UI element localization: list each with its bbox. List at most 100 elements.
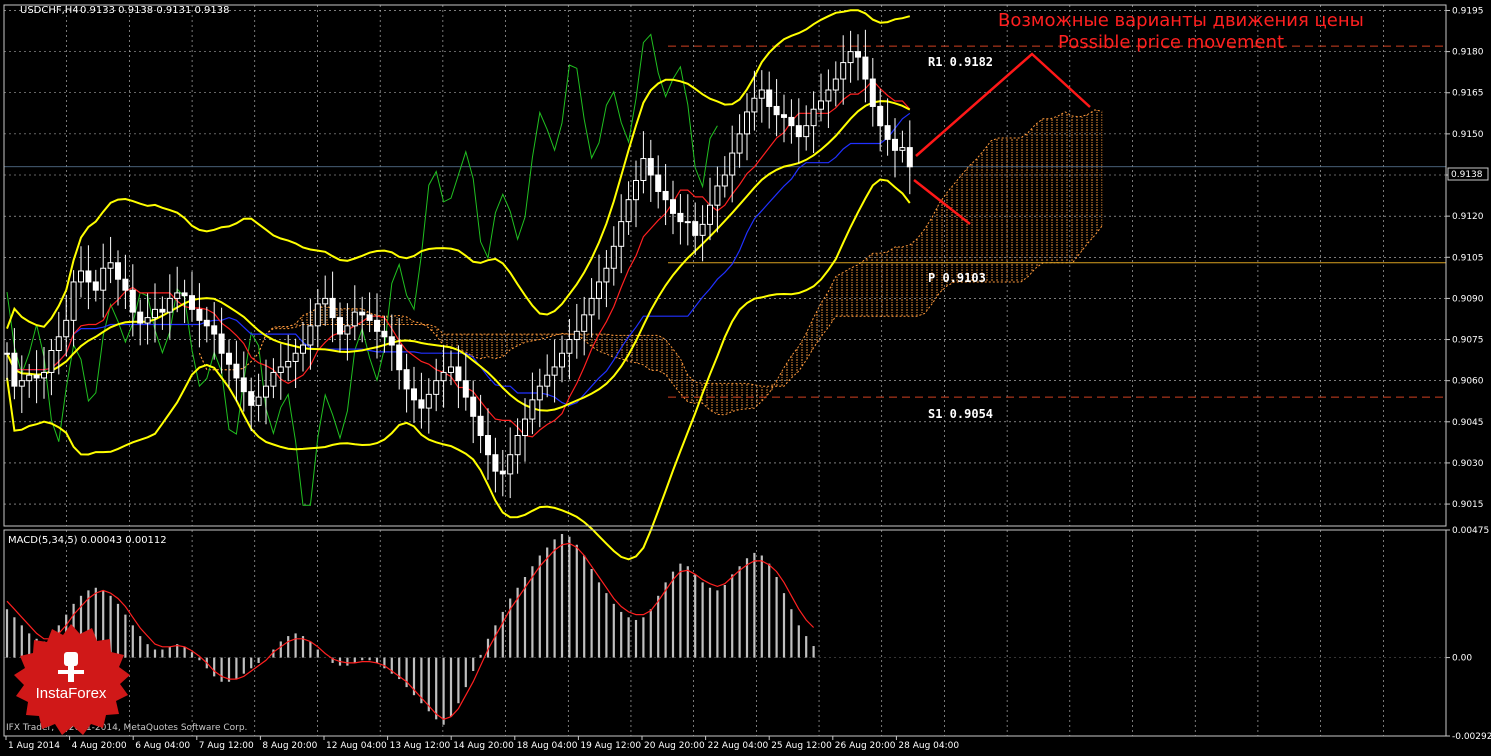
y-tick-label: 0.9030 bbox=[1452, 459, 1484, 469]
annotation-title-en: Possible price movement bbox=[1058, 32, 1284, 53]
bollinger-upper bbox=[6, 9, 911, 329]
candle-body bbox=[892, 138, 898, 151]
candle-body bbox=[137, 311, 144, 324]
candle-body bbox=[366, 314, 373, 321]
candle-body bbox=[618, 221, 625, 247]
logo-text: InstaForex bbox=[36, 685, 107, 702]
x-tick-label: 28 Aug 04:00 bbox=[898, 741, 959, 751]
candle-body bbox=[263, 385, 269, 398]
candle-body bbox=[551, 366, 558, 376]
candle-body bbox=[196, 308, 203, 321]
candle-body bbox=[633, 179, 639, 201]
candle-body bbox=[581, 314, 588, 332]
candle-body bbox=[255, 396, 262, 406]
y-tick-label: 0.9090 bbox=[1452, 294, 1484, 304]
candle-body bbox=[603, 267, 610, 283]
macd-panel bbox=[4, 534, 1446, 725]
candle-body bbox=[544, 374, 551, 387]
candle-body bbox=[322, 297, 329, 305]
candle-body bbox=[292, 352, 299, 362]
symbol-label: USDCHF,H4 bbox=[20, 5, 79, 16]
y-tick-label: 0.9120 bbox=[1452, 212, 1484, 222]
y-tick-label: 0.9015 bbox=[1452, 500, 1484, 510]
y-tick-label: 0.9075 bbox=[1452, 336, 1484, 346]
candle-body bbox=[773, 105, 780, 116]
candle-body bbox=[714, 185, 721, 206]
candle-body bbox=[203, 319, 210, 327]
candle-body bbox=[115, 262, 121, 280]
candle-body bbox=[477, 415, 484, 437]
candle-body bbox=[159, 308, 166, 313]
candle-body bbox=[270, 371, 277, 387]
candle-body bbox=[559, 352, 565, 368]
candle-body bbox=[440, 371, 447, 382]
candle-body bbox=[596, 281, 602, 299]
candle-body bbox=[610, 245, 617, 269]
candle-body bbox=[699, 223, 706, 236]
candle-body bbox=[26, 374, 33, 382]
y-tick-label: 0.9045 bbox=[1452, 418, 1484, 428]
candle-body bbox=[751, 97, 758, 113]
candle-body bbox=[300, 344, 306, 354]
candle-body bbox=[63, 319, 70, 338]
candle-body bbox=[33, 374, 40, 379]
candle-body bbox=[374, 319, 380, 332]
candle-body bbox=[78, 270, 84, 283]
candle-body bbox=[729, 152, 736, 176]
candle-body bbox=[573, 330, 580, 341]
annotation-title-ru: Возможные варианты движения цены bbox=[998, 10, 1364, 31]
candle-body bbox=[662, 190, 669, 201]
x-tick-label: 13 Aug 12:00 bbox=[390, 741, 451, 751]
candle-body bbox=[744, 111, 750, 135]
candle-body bbox=[522, 418, 528, 437]
x-tick-label: 26 Aug 20:00 bbox=[835, 741, 896, 751]
candle-body bbox=[499, 470, 506, 475]
candle-body bbox=[803, 125, 810, 138]
candle-body bbox=[41, 371, 47, 379]
candle-body bbox=[640, 158, 647, 181]
candle-body bbox=[152, 308, 158, 319]
ohlc-values: 0.9133 0.9138 0.9131 0.9138 bbox=[80, 5, 230, 16]
candle-body bbox=[411, 388, 417, 401]
candle-body bbox=[692, 221, 699, 236]
chikou-span bbox=[6, 33, 718, 506]
candle-body bbox=[240, 377, 247, 393]
candle-body bbox=[351, 311, 358, 327]
x-tick-label: 18 Aug 04:00 bbox=[517, 741, 578, 751]
candle-body bbox=[189, 295, 195, 310]
candle-body bbox=[507, 454, 514, 475]
candle-body bbox=[448, 366, 454, 373]
x-tick-label: 22 Aug 04:00 bbox=[708, 741, 769, 751]
candle-body bbox=[470, 396, 477, 417]
candle-body bbox=[758, 89, 765, 99]
candle-body bbox=[381, 330, 388, 338]
candle-body bbox=[314, 303, 321, 327]
candle-body bbox=[48, 350, 55, 373]
x-tick-label: 20 Aug 20:00 bbox=[644, 741, 705, 751]
candle-body bbox=[337, 317, 343, 335]
candle-body bbox=[810, 108, 817, 127]
candle-body bbox=[721, 174, 728, 187]
candle-body bbox=[11, 352, 18, 387]
current-price-label: 0.9138 bbox=[1451, 170, 1483, 180]
candle-body bbox=[403, 369, 410, 390]
candle-body bbox=[248, 391, 255, 406]
y-tick-label: 0.9105 bbox=[1452, 253, 1484, 263]
candle-body bbox=[906, 147, 913, 168]
candle-body bbox=[329, 297, 336, 319]
x-tick-label: 8 Aug 20:00 bbox=[262, 741, 317, 751]
y-tick-label: 0.9165 bbox=[1452, 89, 1484, 99]
candle-body bbox=[277, 366, 284, 373]
candle-body bbox=[677, 212, 684, 223]
candle-body bbox=[647, 158, 654, 176]
candle-body bbox=[100, 267, 107, 291]
candle-body bbox=[492, 454, 499, 472]
candle-body bbox=[869, 78, 876, 107]
y-tick-label: 0.9195 bbox=[1452, 6, 1484, 16]
candle-body bbox=[107, 262, 114, 269]
candle-body bbox=[847, 51, 854, 64]
candle-body bbox=[129, 289, 136, 313]
candle-body bbox=[55, 336, 62, 352]
candle-body bbox=[766, 89, 773, 107]
candle-body bbox=[455, 366, 462, 382]
